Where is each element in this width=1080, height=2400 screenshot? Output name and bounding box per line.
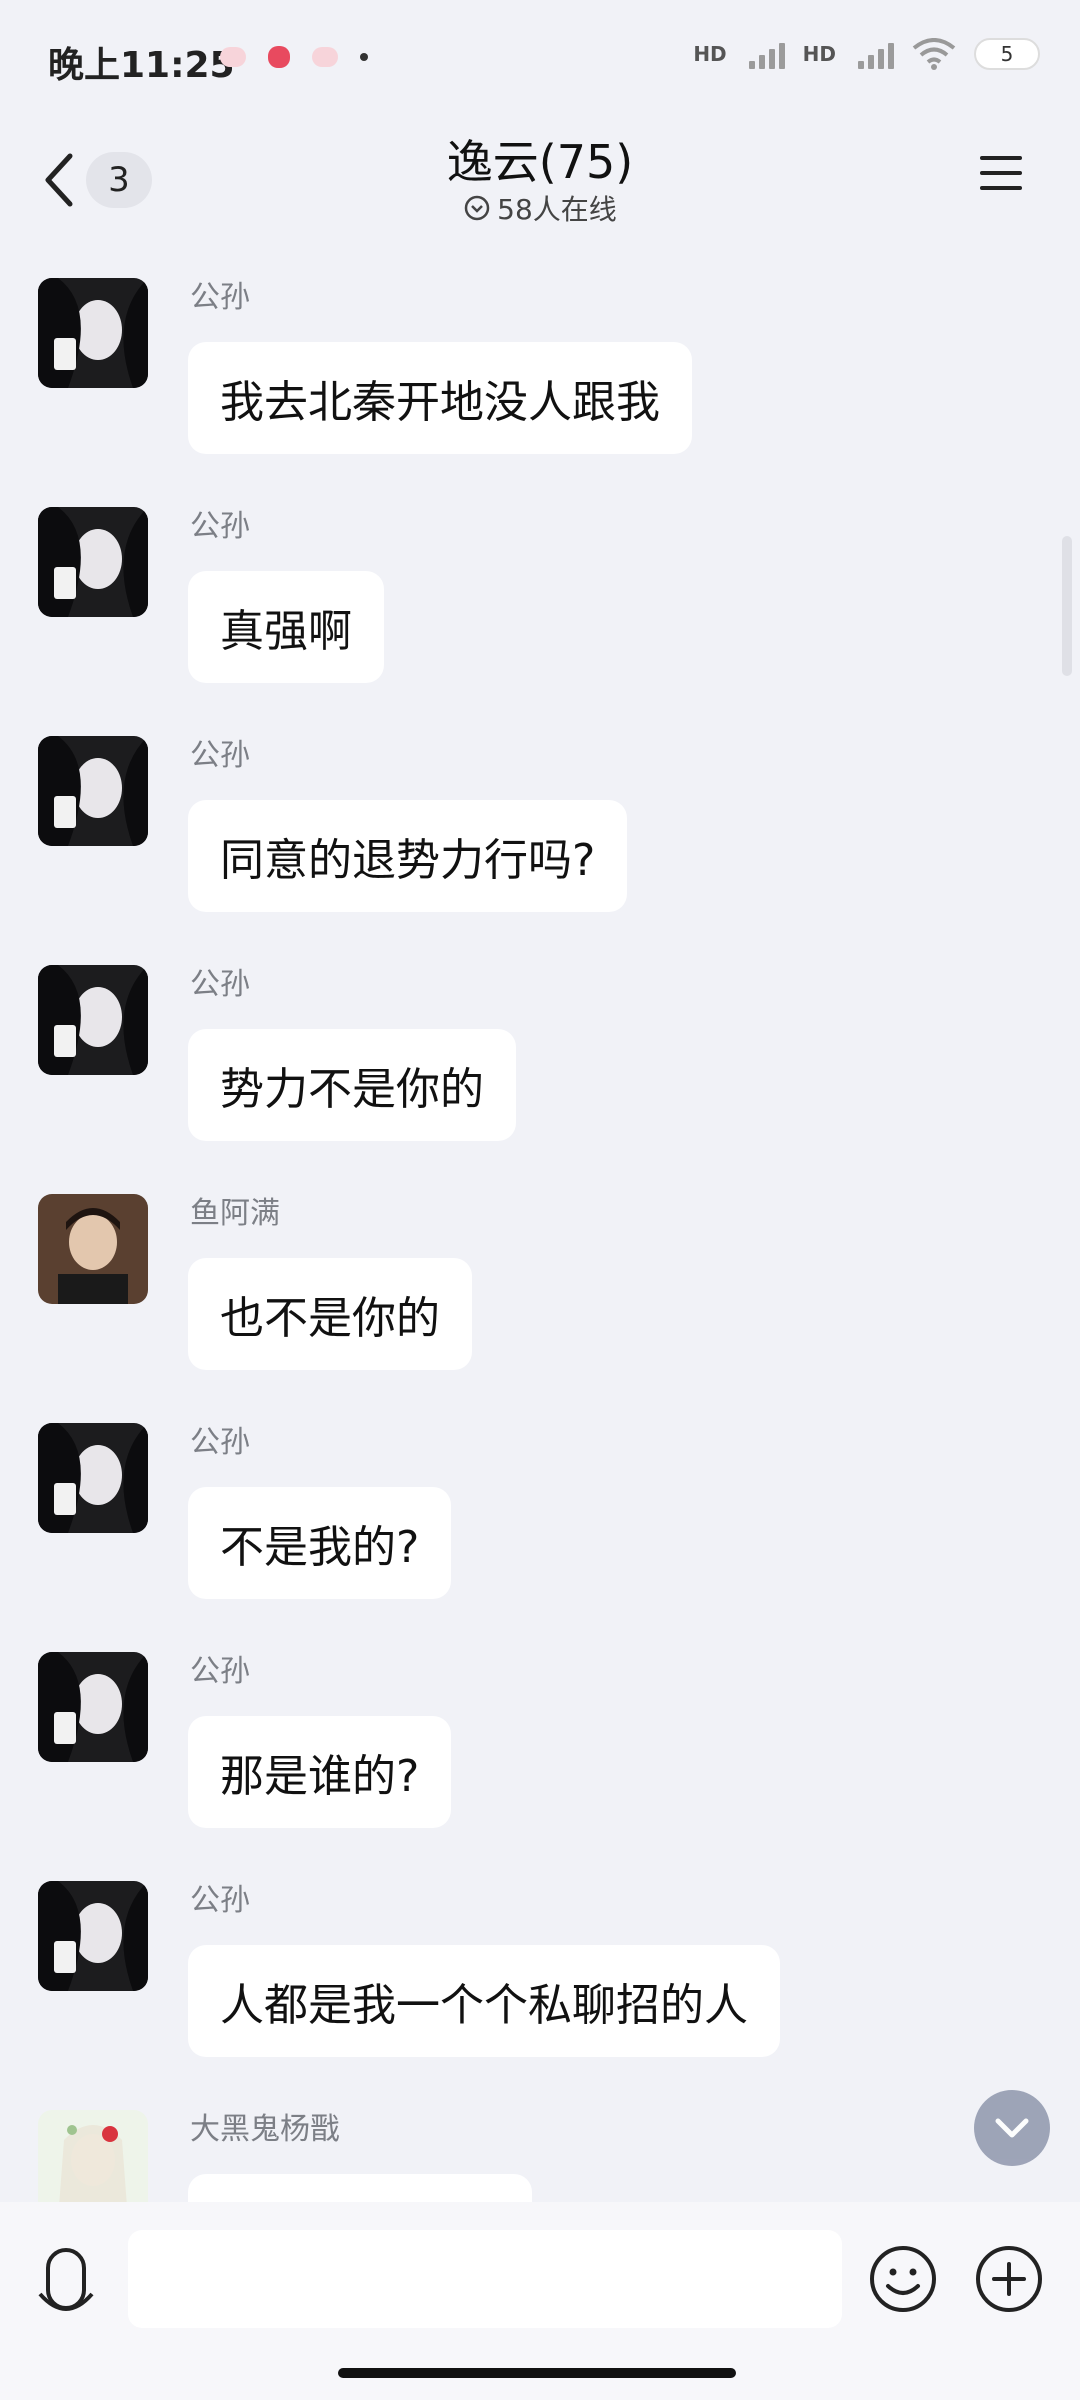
message-bubble[interactable]: 也不是你的 [188, 1258, 472, 1370]
online-count-label: 58人在线 [497, 193, 617, 226]
online-count[interactable]: 58人在线 [0, 188, 1080, 228]
chevron-down-circle-icon [464, 195, 490, 221]
status-bar: 晚上11:25 HD HD 5 [0, 0, 1080, 120]
scroll-indicator[interactable] [1062, 536, 1072, 676]
message-bubble[interactable]: 势力不是你的 [188, 1029, 516, 1141]
avatar[interactable] [38, 965, 148, 1075]
notification-icons [220, 46, 368, 68]
menu-icon[interactable] [978, 150, 1024, 196]
chat-header: 3 逸云(75) 58人在线 [0, 120, 1080, 240]
sender-name: 鱼阿满 [190, 1196, 280, 1231]
message-bubble[interactable]: 真强啊 [188, 571, 384, 683]
more-notifications-icon [360, 53, 368, 61]
emoji-icon[interactable] [868, 2244, 938, 2314]
message-bubble[interactable]: 同意的退势力行吗? [188, 800, 628, 912]
signal-icon [748, 39, 785, 69]
wifi-icon [912, 38, 956, 70]
group-title[interactable]: 逸云(75) [0, 126, 1080, 192]
notification-app-icon [268, 46, 290, 68]
battery-indicator: 5 [974, 38, 1040, 70]
hd-label-1: HD [693, 42, 727, 66]
sender-name: 公孙 [190, 280, 250, 315]
home-indicator[interactable] [338, 2368, 736, 2378]
avatar[interactable] [38, 1194, 148, 1304]
avatar[interactable] [38, 1652, 148, 1762]
sender-name: 公孙 [190, 509, 250, 544]
sender-name: 公孙 [190, 1654, 250, 1689]
avatar[interactable] [38, 736, 148, 846]
message-bubble[interactable]: 人都是我一个个私聊招的人 [188, 1945, 780, 2057]
avatar[interactable] [38, 1881, 148, 1991]
message-bubble[interactable]: 不是我的? [188, 1487, 452, 1599]
system-icons: HD HD 5 [693, 38, 1040, 70]
sender-name: 大黑鬼杨戬 [190, 2112, 340, 2147]
notification-app-icon [220, 47, 246, 67]
sender-name: 公孙 [190, 1425, 250, 1460]
input-bar [0, 2202, 1080, 2400]
avatar[interactable] [38, 1423, 148, 1533]
avatar[interactable] [38, 507, 148, 617]
sender-name: 公孙 [190, 1883, 250, 1918]
voice-icon[interactable] [36, 2244, 96, 2324]
message-bubble[interactable]: 那是谁的? [188, 1716, 452, 1828]
sender-name: 公孙 [190, 967, 250, 1002]
signal-icon [858, 39, 894, 69]
status-time: 晚上11:25 [48, 45, 235, 86]
avatar[interactable] [38, 278, 148, 388]
hd-label-2: HD [802, 42, 836, 66]
scroll-down-icon [995, 2118, 1029, 2138]
plus-icon[interactable] [974, 2244, 1044, 2314]
scroll-down-button[interactable] [974, 2090, 1050, 2166]
notification-app-icon [312, 47, 338, 67]
message-bubble[interactable]: 我去北秦开地没人跟我 [188, 342, 692, 454]
message-input[interactable] [128, 2230, 842, 2328]
sender-name: 公孙 [190, 738, 250, 773]
